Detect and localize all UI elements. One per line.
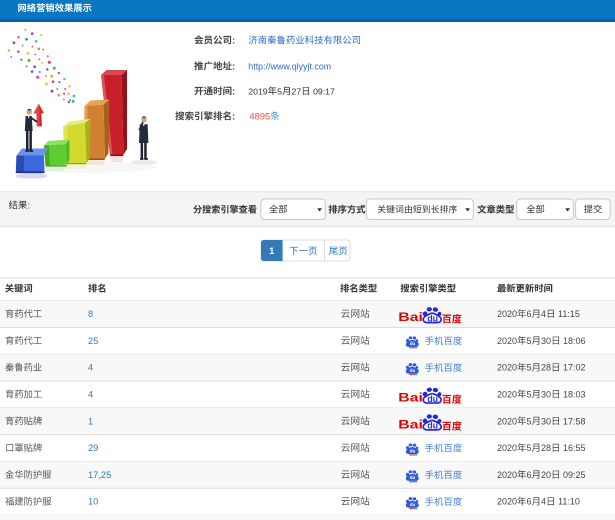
svg-text:Bai: Bai <box>398 310 423 324</box>
svg-text::: : <box>232 35 235 46</box>
svg-text:5: 5 <box>277 86 282 96</box>
svg-text:11:10: 11:10 <box>556 497 580 507</box>
svg-text:6: 6 <box>527 497 532 507</box>
svg-text:2020: 2020 <box>497 497 517 507</box>
svg-text::: : <box>232 111 235 122</box>
svg-text::: : <box>232 61 235 72</box>
svg-text:30: 30 <box>541 416 551 426</box>
svg-text:4: 4 <box>541 309 546 319</box>
svg-text:http://www.qlyyjt.com: http://www.qlyyjt.com <box>248 61 331 71</box>
svg-text:du: du <box>410 448 416 453</box>
svg-text:17:02: 17:02 <box>561 363 586 373</box>
svg-text:Bai: Bai <box>398 391 423 405</box>
svg-text:du: du <box>410 341 416 346</box>
svg-text:4: 4 <box>88 390 93 400</box>
svg-text:20: 20 <box>541 470 551 480</box>
svg-text::: : <box>232 86 235 97</box>
svg-text:2020: 2020 <box>497 363 517 373</box>
svg-text:09:17: 09:17 <box>311 86 335 96</box>
svg-text:4895: 4895 <box>250 111 271 121</box>
svg-text:18:03: 18:03 <box>561 390 586 400</box>
svg-text:Bai: Bai <box>398 417 423 431</box>
svg-text:1: 1 <box>269 246 275 257</box>
svg-text:5: 5 <box>527 363 532 373</box>
svg-text:5: 5 <box>527 336 532 346</box>
svg-text:11:15: 11:15 <box>556 309 580 319</box>
svg-text:1: 1 <box>88 416 93 426</box>
svg-text:10: 10 <box>88 497 98 507</box>
svg-text:6: 6 <box>527 470 532 480</box>
svg-text:8: 8 <box>88 309 93 319</box>
svg-text:6: 6 <box>527 309 532 319</box>
svg-text:30: 30 <box>541 336 551 346</box>
svg-text:16:55: 16:55 <box>561 443 586 453</box>
svg-text:du: du <box>427 394 438 404</box>
svg-text:09:25: 09:25 <box>561 470 586 480</box>
svg-text:2020: 2020 <box>497 443 517 453</box>
svg-text:4: 4 <box>541 497 546 507</box>
svg-text:du: du <box>410 475 416 480</box>
svg-text:30: 30 <box>541 390 551 400</box>
svg-text:du: du <box>427 421 438 431</box>
svg-text:17:58: 17:58 <box>561 416 586 426</box>
svg-text:2020: 2020 <box>497 336 517 346</box>
svg-text:2020: 2020 <box>497 470 517 480</box>
svg-text:28: 28 <box>541 363 551 373</box>
svg-text:5: 5 <box>527 443 532 453</box>
svg-text:18:06: 18:06 <box>561 336 586 346</box>
svg-text:2020: 2020 <box>497 390 517 400</box>
svg-text::: : <box>28 200 31 211</box>
svg-text:29: 29 <box>88 443 98 453</box>
svg-text:du: du <box>410 502 416 507</box>
svg-text:4: 4 <box>88 363 93 373</box>
svg-text:5: 5 <box>527 416 532 426</box>
svg-text:2020: 2020 <box>497 416 517 426</box>
svg-text:17,25: 17,25 <box>88 470 111 480</box>
svg-text:2020: 2020 <box>497 309 517 319</box>
svg-text:28: 28 <box>541 443 551 453</box>
svg-text:2019: 2019 <box>248 86 267 96</box>
svg-text:5: 5 <box>527 390 532 400</box>
svg-text:27: 27 <box>291 86 301 96</box>
svg-text:du: du <box>427 314 438 324</box>
svg-text:25: 25 <box>88 336 98 346</box>
svg-text:du: du <box>410 368 416 373</box>
